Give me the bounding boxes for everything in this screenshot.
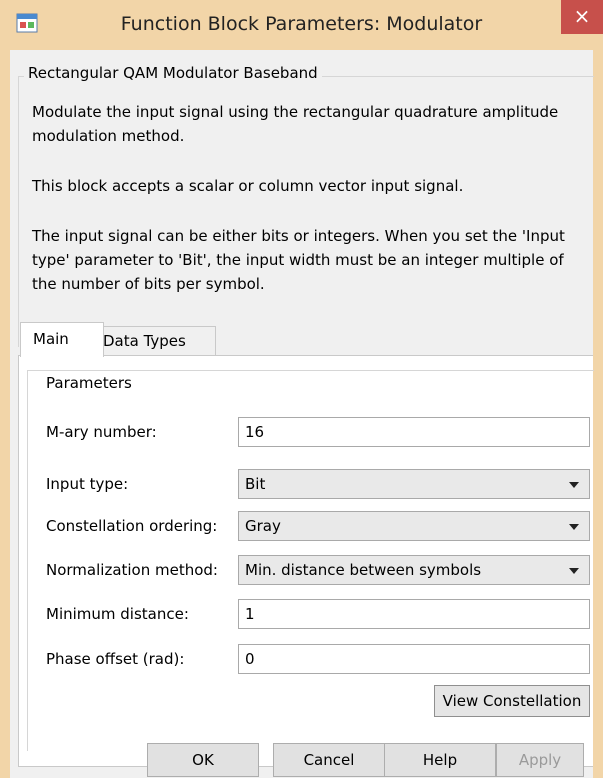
chevron-down-icon: [569, 482, 579, 488]
m-ary-input[interactable]: 16: [238, 417, 590, 447]
minimum-distance-input[interactable]: 1: [238, 599, 590, 629]
m-ary-label: M-ary number:: [46, 423, 157, 441]
app-icon: [16, 13, 38, 33]
parameters-group-title: Parameters: [42, 374, 136, 392]
chevron-down-icon: [569, 524, 579, 530]
normalization-method-select[interactable]: Min. distance between symbols: [238, 555, 590, 585]
close-button[interactable]: ×: [561, 0, 603, 34]
input-type-value: Bit: [245, 475, 266, 493]
window-frame-left: [0, 50, 10, 778]
tab-data-types[interactable]: Data Types: [90, 326, 216, 355]
constellation-ordering-label: Constellation ordering:: [46, 517, 218, 535]
window-frame-right: [593, 50, 603, 778]
constellation-ordering-select[interactable]: Gray: [238, 511, 590, 541]
dialog-body: Rectangular QAM Modulator Baseband Modul…: [10, 50, 594, 778]
title-bar[interactable]: Function Block Parameters: Modulator ×: [0, 0, 603, 51]
description-paragraph: The input signal can be either bits or i…: [32, 227, 565, 293]
minimum-distance-label: Minimum distance:: [46, 605, 189, 623]
cancel-button[interactable]: Cancel: [273, 743, 385, 777]
help-button[interactable]: Help: [384, 743, 496, 777]
constellation-ordering-value: Gray: [245, 517, 281, 535]
description-paragraph: This block accepts a scalar or column ve…: [32, 177, 464, 195]
main-tab-panel: Parameters M-ary number: 16 Input type: …: [18, 355, 594, 767]
phase-offset-input[interactable]: 0: [238, 644, 590, 674]
view-constellation-button[interactable]: View Constellation: [434, 685, 590, 717]
description-paragraph: Modulate the input signal using the rect…: [32, 103, 559, 145]
parameters-group: Parameters M-ary number: 16 Input type: …: [27, 370, 594, 751]
input-type-label: Input type:: [46, 475, 129, 493]
apply-button[interactable]: Apply: [496, 743, 584, 777]
ok-button[interactable]: OK: [147, 743, 259, 777]
chevron-down-icon: [569, 568, 579, 574]
normalization-method-value: Min. distance between symbols: [245, 561, 482, 579]
tab-main[interactable]: Main: [20, 322, 104, 357]
phase-offset-label: Phase offset (rad):: [46, 650, 185, 668]
input-type-select[interactable]: Bit: [238, 469, 590, 499]
normalization-method-label: Normalization method:: [46, 561, 218, 579]
description-group-title: Rectangular QAM Modulator Baseband: [24, 64, 322, 82]
window-title: Function Block Parameters: Modulator: [120, 13, 483, 35]
